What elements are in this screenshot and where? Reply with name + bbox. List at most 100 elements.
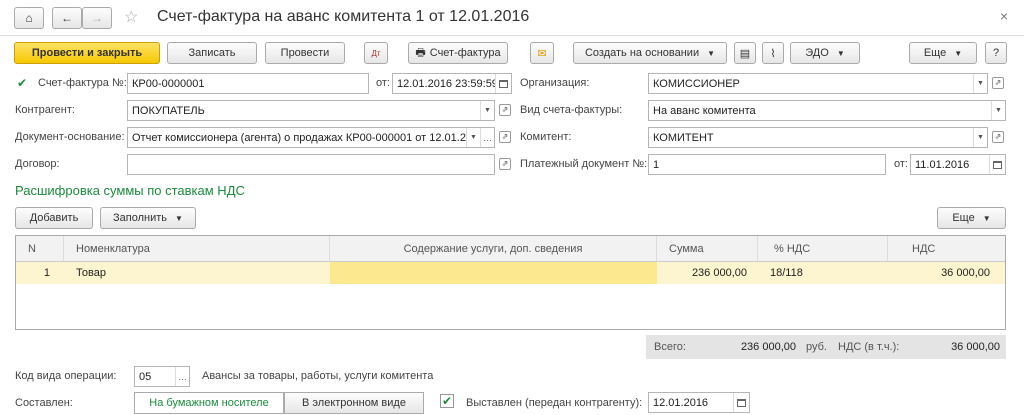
chevron-down-icon: ▼ — [707, 48, 716, 58]
table-header: N Номенклатура Содержание услуги, доп. с… — [16, 236, 1005, 262]
save-button[interactable]: Записать — [167, 42, 257, 64]
op-code-field[interactable]: 05 … — [134, 366, 190, 387]
counterparty-field[interactable]: ПОКУПАТЕЛЬ ▼ — [127, 100, 495, 121]
chevron-down-icon: ▼ — [982, 213, 991, 223]
counterparty-value: ПОКУПАТЕЛЬ — [132, 104, 205, 117]
check-icon: ✔ — [17, 76, 28, 90]
electronic-option[interactable]: В электронном виде — [284, 392, 424, 414]
calendar-icon[interactable] — [989, 155, 1005, 174]
issued-date-field[interactable]: 12.01.2016 — [648, 392, 750, 413]
calendar-icon[interactable] — [733, 393, 749, 412]
open-link-icon[interactable]: ⇗ — [499, 158, 511, 170]
payment-date-label: от: — [894, 158, 908, 170]
edo-button[interactable]: ЭДО ▼ — [790, 42, 860, 64]
invoice-kind-field[interactable]: На аванс комитента ▼ — [648, 100, 1006, 121]
forward-button[interactable]: → — [82, 7, 112, 29]
issued-checkbox[interactable]: ✔ — [440, 394, 454, 408]
invoice-no-value: КР00-0000001 — [132, 77, 205, 90]
payment-date-field[interactable]: 11.01.2016 — [910, 154, 1006, 175]
col-header-content[interactable]: Содержание услуги, доп. сведения — [330, 236, 657, 261]
add-button[interactable]: Добавить — [15, 207, 93, 229]
post-and-close-button[interactable]: Провести и закрыть — [14, 42, 160, 64]
org-value: КОМИССИОНЕР — [653, 77, 740, 90]
cell-n: 1 — [43, 267, 50, 279]
org-field[interactable]: КОМИССИОНЕР ▼ — [648, 73, 988, 94]
window-title: Счет-фактура на аванс комитента 1 от 12.… — [157, 8, 530, 25]
payment-doc-field[interactable]: 1 — [648, 154, 886, 175]
help-button[interactable]: ? — [985, 42, 1007, 64]
section-more-label: Еще — [952, 212, 975, 224]
fill-label: Заполнить — [113, 212, 168, 224]
totals-bar: Всего: 236 000,00 руб. НДС (в т.ч.): 36 … — [646, 335, 1006, 359]
issued-date-value: 12.01.2016 — [653, 396, 709, 409]
dropdown-icon[interactable]: ▼ — [480, 101, 494, 120]
chevron-down-icon: ▼ — [175, 213, 183, 223]
payment-doc-value: 1 — [653, 158, 660, 171]
more-button[interactable]: Еще ▼ — [909, 42, 977, 64]
date-field[interactable]: 12.01.2016 23:59:59 — [392, 73, 512, 94]
col-header-n[interactable]: N — [16, 236, 64, 261]
issued-label: Выставлен (передан контрагенту): — [466, 397, 643, 409]
invoice-kind-value: На аванс комитента — [653, 104, 756, 117]
section-more-button[interactable]: Еще ▼ — [937, 207, 1006, 229]
basis-value: Отчет комиссионера (агента) о продажах К… — [132, 131, 466, 144]
basis-label: Документ-основание: — [15, 131, 125, 143]
col-header-item[interactable]: Номенклатура — [64, 236, 330, 261]
create-based-button[interactable]: Создать на основании ▼ — [573, 42, 727, 64]
open-link-icon[interactable]: ⇗ — [499, 104, 511, 116]
table-row[interactable]: 1 Товар 236 000,00 18/118 36 000,00 — [16, 262, 1005, 284]
dt-kt-icon[interactable]: Дт — [364, 42, 388, 64]
committent-field[interactable]: КОМИТЕНТ ▼ — [648, 127, 988, 148]
invoice-no-field[interactable]: КР00-0000001 — [127, 73, 369, 94]
contract-label: Договор: — [15, 158, 60, 170]
fill-button[interactable]: Заполнить ▼ — [100, 207, 196, 229]
create-based-label: Создать на основании — [584, 47, 700, 59]
back-button[interactable]: ← — [52, 7, 82, 29]
col-header-sum[interactable]: Сумма — [657, 236, 758, 261]
post-button[interactable]: Провести — [265, 42, 345, 64]
col-header-vat-rate[interactable]: % НДС — [758, 236, 888, 261]
op-code-value: 05 — [139, 370, 152, 383]
payment-doc-label: Платежный документ №: — [520, 158, 648, 170]
payment-date-value: 11.01.2016 — [915, 158, 970, 171]
favorite-star-icon[interactable]: ☆ — [124, 7, 138, 27]
date-value: 12.01.2016 23:59:59 — [397, 77, 495, 90]
org-label: Организация: — [520, 77, 590, 89]
cell-sum: 236 000,00 — [691, 267, 747, 279]
select-icon[interactable]: … — [175, 367, 189, 386]
committent-label: Комитент: — [520, 131, 572, 143]
cell-item: Товар — [76, 267, 106, 279]
cell-vat: 36 000,00 — [941, 267, 990, 279]
close-icon[interactable]: × — [1000, 8, 1008, 24]
invoice-print-button[interactable]: 🖶 Счет-фактура — [408, 42, 508, 64]
basis-field[interactable]: Отчет комиссионера (агента) о продажах К… — [127, 127, 495, 148]
chevron-down-icon: ▼ — [836, 48, 845, 58]
invoice-print-label: Счет-фактура — [429, 47, 501, 59]
open-link-icon[interactable]: ⇗ — [992, 77, 1004, 89]
open-link-icon[interactable]: ⇗ — [499, 131, 511, 143]
total-value: 236 000,00 — [740, 341, 796, 353]
select-icon[interactable]: … — [480, 128, 494, 147]
open-link-icon[interactable]: ⇗ — [992, 131, 1004, 143]
dropdown-icon[interactable]: ▼ — [973, 74, 987, 93]
col-header-vat[interactable]: НДС — [888, 236, 1005, 261]
dropdown-icon[interactable]: ▼ — [973, 128, 987, 147]
paper-option[interactable]: На бумажном носителе — [134, 392, 284, 414]
total-label: Всего: — [654, 341, 686, 353]
vat-table[interactable]: N Номенклатура Содержание услуги, доп. с… — [15, 235, 1006, 330]
home-button[interactable]: ⌂ — [14, 7, 44, 29]
chevron-down-icon: ▼ — [954, 48, 963, 58]
committent-value: КОМИТЕНТ — [653, 131, 714, 144]
report-icon[interactable]: ▤ — [734, 42, 756, 64]
dropdown-icon[interactable]: ▼ — [991, 101, 1005, 120]
title-bar: ⌂ ← → ☆ Счет-фактура на аванс комитента … — [0, 0, 1024, 36]
attach-icon[interactable]: ⌇ — [762, 42, 784, 64]
dropdown-icon[interactable]: ▼ — [466, 128, 480, 147]
mail-icon[interactable]: ✉ — [530, 42, 554, 64]
contract-field[interactable] — [127, 154, 495, 175]
calendar-icon[interactable] — [495, 74, 511, 93]
vat-total-value: 36 000,00 — [951, 341, 1000, 353]
op-desc: Авансы за товары, работы, услуги комитен… — [202, 370, 434, 382]
composed-label: Составлен: — [15, 397, 73, 409]
cell-content[interactable] — [330, 262, 657, 284]
